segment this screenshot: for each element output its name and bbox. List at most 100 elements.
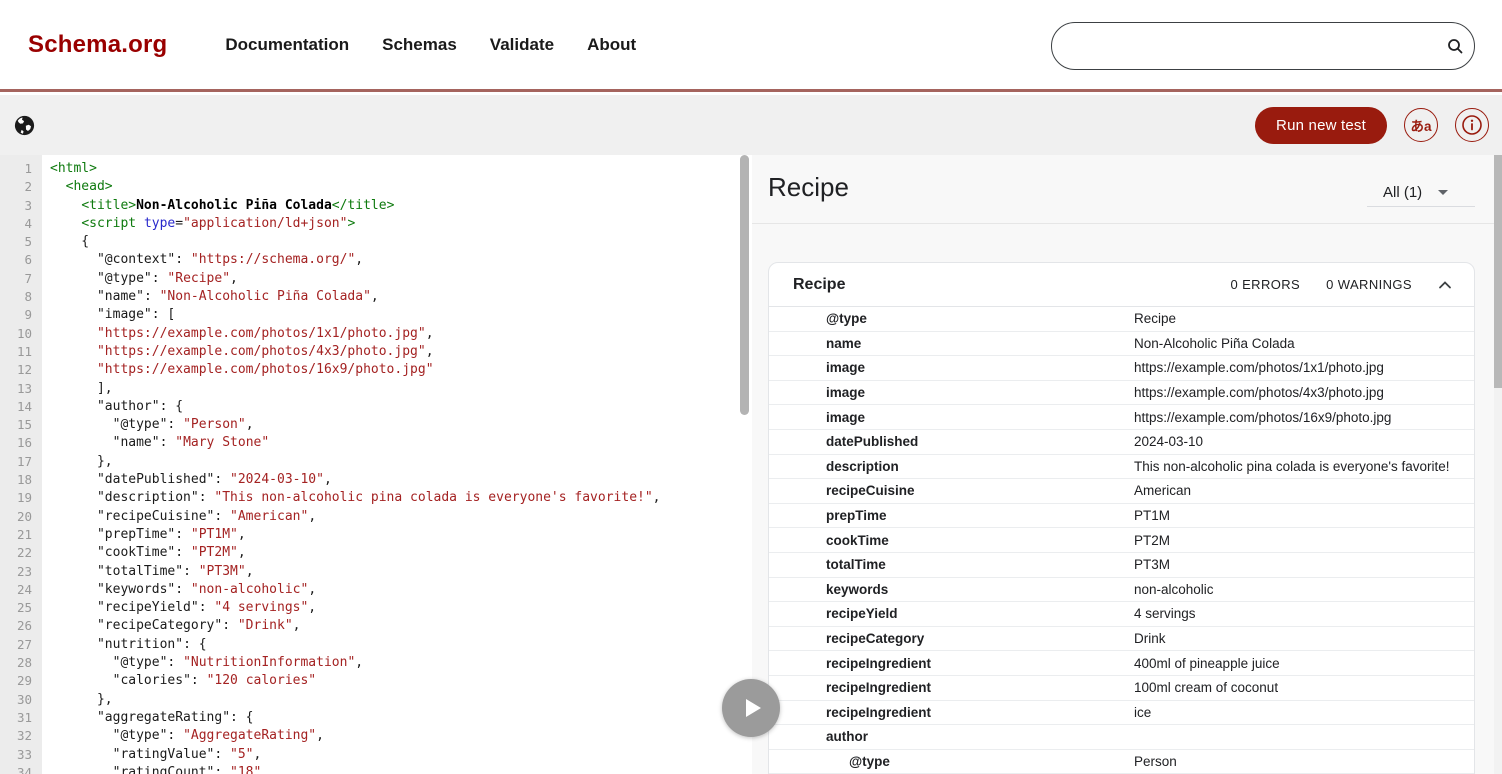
property-name: @type — [769, 311, 1134, 326]
line-number: 29 — [0, 672, 42, 690]
nav-about[interactable]: About — [587, 35, 636, 55]
globe-icon[interactable] — [13, 114, 36, 137]
warnings-count: 0 WARNINGS — [1326, 277, 1412, 292]
table-row[interactable]: recipeIngredient100ml cream of coconut — [769, 676, 1474, 701]
search-box[interactable] — [1051, 22, 1475, 70]
property-name: totalTime — [769, 557, 1134, 572]
line-number: 15 — [0, 416, 42, 434]
line-number: 7 — [0, 270, 42, 288]
code-line: 34 "ratingCount": "18" — [0, 764, 738, 774]
line-number: 30 — [0, 691, 42, 709]
code-line: 15 "@type": "Person", — [0, 416, 738, 434]
property-name: datePublished — [769, 434, 1134, 449]
property-name: recipeYield — [769, 606, 1134, 621]
run-new-test-button[interactable]: Run new test — [1255, 107, 1387, 144]
table-row[interactable]: totalTimePT3M — [769, 553, 1474, 578]
code-line: 1<html> — [0, 160, 738, 178]
property-value: Person — [1134, 754, 1177, 769]
search-input[interactable] — [1052, 23, 1436, 69]
code-editor[interactable]: 1<html>2 <head>3 <title>Non-Alcoholic Pi… — [0, 155, 752, 774]
property-value: American — [1134, 483, 1191, 498]
card-status: 0 ERRORS 0 WARNINGS — [1230, 277, 1452, 292]
page-scrollbar-thumb[interactable] — [1494, 155, 1502, 388]
code-line: 11 "https://example.com/photos/4x3/photo… — [0, 343, 738, 361]
code-line: 14 "author": { — [0, 398, 738, 416]
line-number: 4 — [0, 215, 42, 233]
filter-label: All (1) — [1383, 184, 1422, 201]
editor-scrollbar-thumb[interactable] — [740, 155, 749, 415]
chevron-down-icon — [1438, 190, 1448, 195]
test-toolbar: Run new test あa — [0, 95, 1502, 155]
line-number: 28 — [0, 654, 42, 672]
property-value: Non-Alcoholic Piña Colada — [1134, 336, 1295, 351]
table-row[interactable]: nameNon-Alcoholic Piña Colada — [769, 332, 1474, 357]
main-nav: Documentation Schemas Validate About — [225, 35, 636, 55]
nav-documentation[interactable]: Documentation — [225, 35, 349, 55]
table-row[interactable]: imagehttps://example.com/photos/1x1/phot… — [769, 356, 1474, 381]
table-row[interactable]: recipeIngredient400ml of pineapple juice — [769, 651, 1474, 676]
table-row[interactable]: recipeIngredientice — [769, 701, 1474, 726]
result-card-header[interactable]: Recipe 0 ERRORS 0 WARNINGS — [769, 263, 1474, 307]
property-name: prepTime — [769, 508, 1134, 523]
table-row[interactable]: imagehttps://example.com/photos/16x9/pho… — [769, 405, 1474, 430]
run-test-play-button[interactable] — [722, 679, 780, 737]
code-line: 10 "https://example.com/photos/1x1/photo… — [0, 325, 738, 343]
property-value: 4 servings — [1134, 606, 1196, 621]
property-table: @typeRecipenameNon-Alcoholic Piña Colada… — [769, 307, 1474, 774]
language-icon[interactable]: あa — [1404, 108, 1438, 142]
property-value: 2024-03-10 — [1134, 434, 1203, 449]
line-number: 22 — [0, 544, 42, 562]
property-value: This non-alcoholic pina colada is everyo… — [1134, 459, 1450, 474]
property-value: https://example.com/photos/16x9/photo.jp… — [1134, 410, 1391, 425]
table-row[interactable]: author — [769, 725, 1474, 750]
schema-org-logo[interactable]: Schema.org — [28, 31, 167, 59]
table-row[interactable]: keywordsnon-alcoholic — [769, 578, 1474, 603]
table-row[interactable]: datePublished2024-03-10 — [769, 430, 1474, 455]
table-row[interactable]: @typePerson — [769, 750, 1474, 774]
table-row[interactable]: descriptionThis non-alcoholic pina colad… — [769, 455, 1474, 480]
line-number: 33 — [0, 746, 42, 764]
table-row[interactable]: recipeYield4 servings — [769, 602, 1474, 627]
property-name: image — [769, 410, 1134, 425]
property-name: image — [769, 360, 1134, 375]
table-row[interactable]: cookTimePT2M — [769, 528, 1474, 553]
table-row[interactable]: recipeCuisineAmerican — [769, 479, 1474, 504]
line-number: 34 — [0, 764, 42, 774]
property-value: Recipe — [1134, 311, 1176, 326]
code-line: 7 "@type": "Recipe", — [0, 270, 738, 288]
search-icon[interactable] — [1436, 37, 1474, 55]
code-line: 19 "description": "This non-alcoholic pi… — [0, 489, 738, 507]
table-row[interactable]: @typeRecipe — [769, 307, 1474, 332]
property-name: image — [769, 385, 1134, 400]
code-line: 25 "recipeYield": "4 servings", — [0, 599, 738, 617]
filter-dropdown[interactable]: All (1) — [1367, 179, 1475, 207]
line-number: 2 — [0, 178, 42, 196]
chevron-up-icon[interactable] — [1438, 280, 1452, 290]
card-title: Recipe — [793, 276, 845, 294]
line-number: 13 — [0, 380, 42, 398]
code-line: 23 "totalTime": "PT3M", — [0, 563, 738, 581]
line-number: 6 — [0, 251, 42, 269]
property-value: non-alcoholic — [1134, 582, 1214, 597]
line-number: 14 — [0, 398, 42, 416]
results-panel: Recipe All (1) Recipe 0 ERRORS 0 WARNING… — [752, 155, 1502, 774]
code-line: 29 "calories": "120 calories" — [0, 672, 738, 690]
line-number: 5 — [0, 233, 42, 251]
code-line: 2 <head> — [0, 178, 738, 196]
line-number: 17 — [0, 453, 42, 471]
code-line: 13 ], — [0, 380, 738, 398]
line-number: 9 — [0, 306, 42, 324]
info-icon[interactable] — [1455, 108, 1489, 142]
line-number: 8 — [0, 288, 42, 306]
line-number: 31 — [0, 709, 42, 727]
line-number: 26 — [0, 617, 42, 635]
table-row[interactable]: prepTimePT1M — [769, 504, 1474, 529]
table-row[interactable]: imagehttps://example.com/photos/4x3/phot… — [769, 381, 1474, 406]
table-row[interactable]: recipeCategoryDrink — [769, 627, 1474, 652]
property-name: description — [769, 459, 1134, 474]
nav-schemas[interactable]: Schemas — [382, 35, 457, 55]
nav-validate[interactable]: Validate — [490, 35, 554, 55]
site-header: Schema.org Documentation Schemas Validat… — [0, 0, 1502, 92]
code-line: 31 "aggregateRating": { — [0, 709, 738, 727]
code-line: 16 "name": "Mary Stone" — [0, 434, 738, 452]
